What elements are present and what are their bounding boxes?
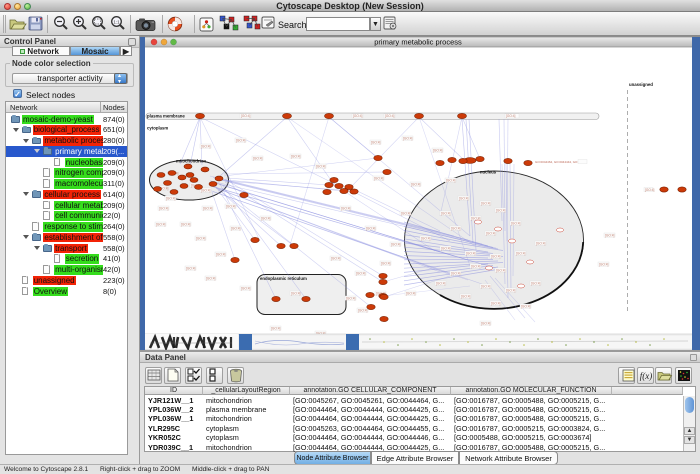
svg-text:[GO:4]: [GO:4] [241,286,251,290]
svg-text:[GO:4]: [GO:4] [201,144,211,148]
svg-text:[GO:4]: [GO:4] [531,281,541,285]
svg-text:[GO:4]: [GO:4] [261,216,271,220]
svg-text:[GO:4]: [GO:4] [241,114,251,118]
svg-text:[GO:4]: [GO:4] [491,301,501,305]
svg-text:[GO:4]: [GO:4] [536,241,546,245]
svg-text:primary metabolic process: primary metabolic process [374,38,462,47]
svg-text:[GO:4]: [GO:4] [605,233,615,237]
svg-text:[GO:4]: [GO:4] [516,251,526,255]
svg-text:[GO:4]: [GO:4] [381,261,391,265]
svg-text:[GO:4]: [GO:4] [271,326,281,330]
svg-text:[GO:4]: [GO:4] [226,204,236,208]
svg-text:[GO:4]: [GO:4] [231,226,241,230]
svg-text:[GO:4]: [GO:4] [216,252,226,256]
svg-text:1:1: 1:1 [113,20,120,25]
svg-text:nucleus: nucleus [480,170,497,175]
svg-text:[GO:4]: [GO:4] [291,154,301,158]
svg-text:[GO:4]: [GO:4] [481,321,491,325]
svg-text:[GO:4]: [GO:4] [201,188,211,192]
svg-text:[GO:4]: [GO:4] [156,222,166,226]
svg-text:[GO:4]: [GO:4] [341,206,351,210]
svg-text:[GO:4]: [GO:4] [331,256,341,260]
svg-text:[GO:4]: [GO:4] [451,226,461,230]
svg-text:[GO:4]: [GO:4] [486,231,496,235]
svg-text:[GO:4]: [GO:4] [481,201,491,205]
svg-text:[GO:4]: [GO:4] [291,291,301,295]
svg-text:[GO:4]: [GO:4] [181,222,191,226]
svg-text:plasma membrane: plasma membrane [147,114,185,119]
svg-text:[GO:4]: [GO:4] [385,114,395,118]
svg-text:[GO:4]: [GO:4] [459,196,469,200]
svg-text:[GO:4]: [GO:4] [206,276,216,280]
svg-text:GO:0044464, GO:0044444, GO:4: GO:0044464, GO:0044444, GO:4 [535,160,580,164]
svg-text:f(x): f(x) [640,371,653,381]
svg-text:[GO:4]: [GO:4] [496,268,506,272]
svg-text:[GO:4]: [GO:4] [196,236,206,240]
svg-text:[GO:4]: [GO:4] [203,206,213,210]
svg-text:[GO:4]: [GO:4] [451,271,461,275]
svg-text:[GO:4]: [GO:4] [466,251,476,255]
svg-text:[GO:4]: [GO:4] [358,308,368,312]
svg-text:[GO:4]: [GO:4] [401,211,411,215]
svg-text:[GO:4]: [GO:4] [436,281,446,285]
svg-text:[GO:4]: [GO:4] [374,176,384,180]
svg-text:[GO:4]: [GO:4] [511,221,521,225]
svg-text:[GO:4]: [GO:4] [599,262,609,266]
svg-text:[GO:4]: [GO:4] [356,271,366,275]
svg-text:[GO:4]: [GO:4] [441,211,451,215]
svg-text:[GO:4]: [GO:4] [421,236,431,240]
svg-text:[GO:4]: [GO:4] [461,294,471,298]
svg-text:[GO:4]: [GO:4] [406,291,416,295]
svg-text:[GO:4]: [GO:4] [471,264,481,268]
svg-text:[GO:4]: [GO:4] [521,304,531,308]
svg-text:[GO:4]: [GO:4] [506,114,516,118]
svg-text:[GO:4]: [GO:4] [496,208,506,212]
svg-text:[GO:4]: [GO:4] [411,182,421,186]
svg-text:[GO:4]: [GO:4] [236,138,246,142]
svg-text:[GO:4]: [GO:4] [186,266,196,270]
svg-text:[GO:4]: [GO:4] [159,206,169,210]
svg-text:[GO:4]: [GO:4] [391,242,401,246]
svg-text:[GO:4]: [GO:4] [316,164,326,168]
svg-text:[GO:4]: [GO:4] [506,288,516,292]
svg-text:[GO:4]: [GO:4] [491,254,501,258]
svg-text:[GO:4]: [GO:4] [403,136,413,140]
svg-text:[GO:4]: [GO:4] [346,296,356,300]
svg-text:[GO:4]: [GO:4] [441,246,451,250]
svg-text:[GO:4]: [GO:4] [481,284,491,288]
svg-text:[GO:4]: [GO:4] [433,148,443,152]
svg-text:cytoplasm: cytoplasm [147,126,168,131]
svg-text:[GO:4]: [GO:4] [353,114,363,118]
svg-text:[GO:4]: [GO:4] [166,196,176,200]
svg-text:[GO:4]: [GO:4] [471,216,481,220]
svg-text:[GO:4]: [GO:4] [645,188,655,192]
svg-text:[GO:4]: [GO:4] [253,156,263,160]
svg-text:[GO:4]: [GO:4] [446,178,456,182]
svg-text:[GO:4]: [GO:4] [366,226,376,230]
svg-text:unassigned: unassigned [629,82,653,87]
svg-text:[GO:4]: [GO:4] [371,140,381,144]
